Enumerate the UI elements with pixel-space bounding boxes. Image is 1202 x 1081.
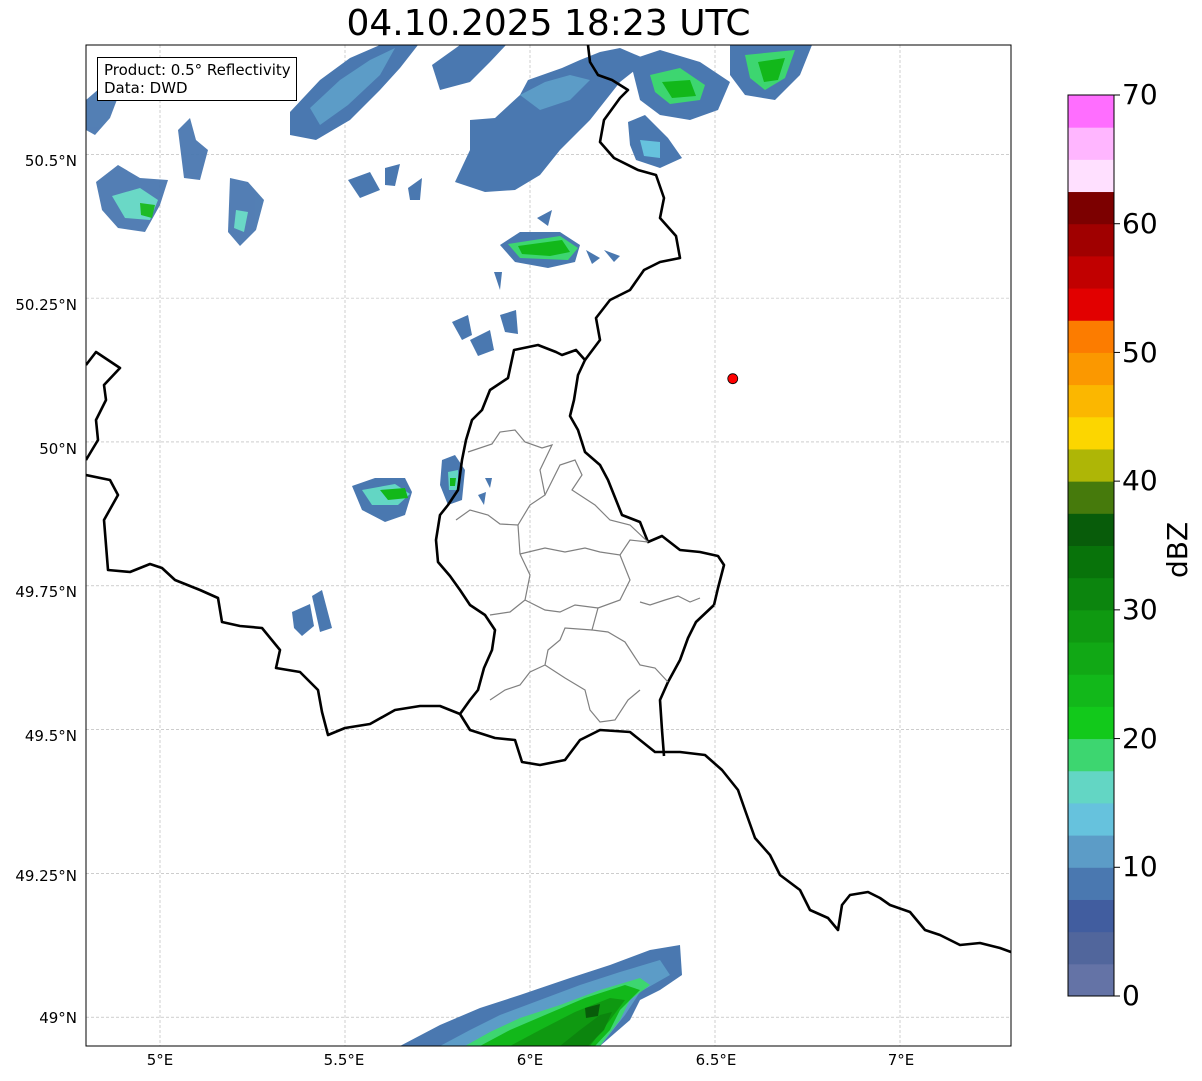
colorbar-tick-label: 70 [1122, 78, 1158, 111]
colorbar-tick-label: 20 [1122, 722, 1158, 755]
lon-tick-label: 5.5°E [323, 1051, 365, 1069]
product-info-box: Product: 0.5° Reflectivity Data: DWD [97, 57, 297, 101]
colorbar-tick-label: 0 [1122, 979, 1140, 1012]
lon-tick-label: 6°E [516, 1051, 544, 1069]
colorbar-tick-label: 10 [1122, 850, 1158, 883]
lon-tick-label: 5°E [146, 1051, 174, 1069]
colorbar-tick-label: 30 [1122, 593, 1158, 626]
data-source-label: Data: DWD [104, 79, 188, 97]
lon-tick-label: 7°E [887, 1051, 915, 1069]
product-label: Product: 0.5° Reflectivity [104, 61, 291, 79]
lon-tick-label: 6.5°E [695, 1051, 737, 1069]
radar-map[interactable] [0, 0, 1202, 1081]
lat-tick-label: 50.25°N [15, 296, 77, 314]
lat-tick-label: 50.5°N [24, 152, 77, 170]
radar-site-marker [727, 373, 739, 385]
colorbar-tick-label: 50 [1122, 336, 1158, 369]
colorbar-tick-label: 40 [1122, 464, 1158, 497]
colorbar-label: dBZ [1161, 521, 1194, 578]
lat-tick-label: 49.75°N [15, 583, 77, 601]
lat-tick-label: 49.5°N [24, 727, 77, 745]
lat-tick-label: 49°N [39, 1009, 77, 1027]
lat-tick-label: 50°N [39, 440, 77, 458]
lat-tick-label: 49.25°N [15, 867, 77, 885]
map-background [86, 45, 1011, 1046]
colorbar-tick-label: 60 [1122, 207, 1158, 240]
